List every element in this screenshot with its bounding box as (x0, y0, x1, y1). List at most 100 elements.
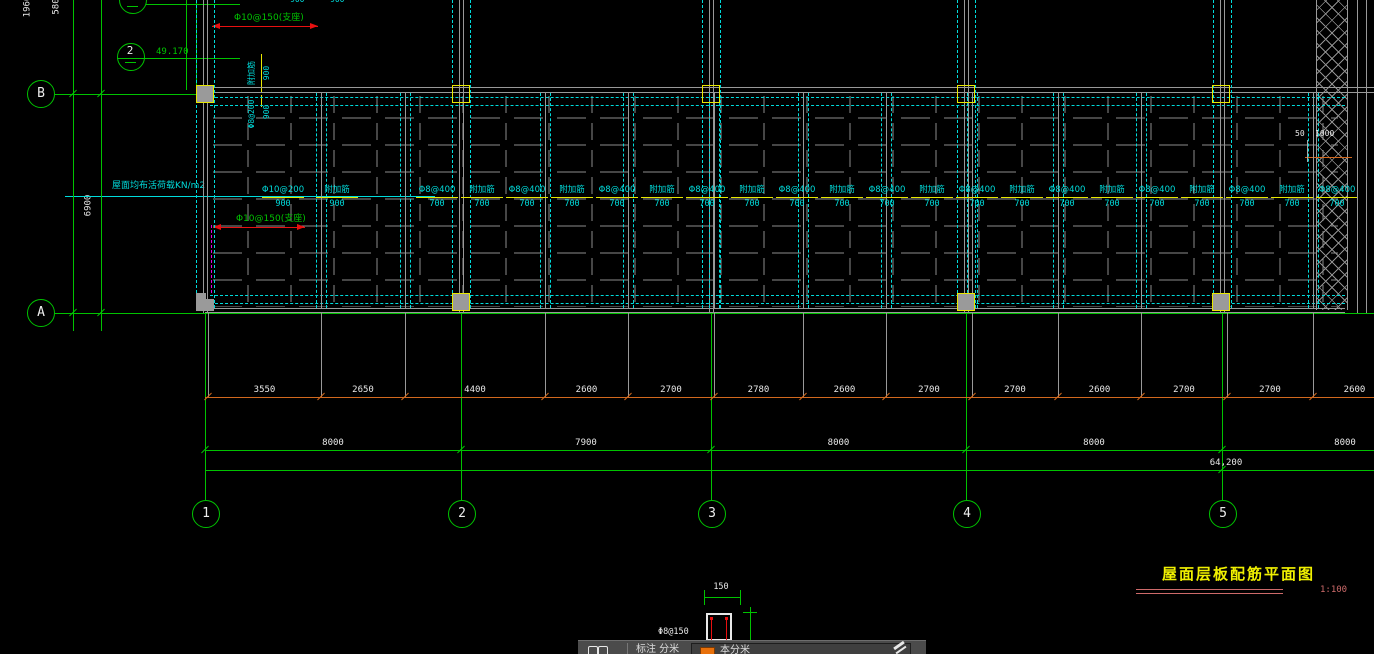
app-icon-2[interactable] (598, 646, 608, 654)
grid-col-1-a (459, 0, 460, 313)
detail-stirrup-right (726, 618, 727, 640)
ext1-12 (1313, 312, 1314, 398)
band-underline-16 (1046, 197, 1088, 198)
sub-10-d1 (1308, 93, 1309, 308)
band-num-22: 700 (1329, 199, 1345, 209)
grid-col-0-d1 (196, 0, 197, 308)
grid-col-2-d2 (720, 0, 721, 308)
sub-3-d2 (633, 93, 634, 308)
detail-dim-line (704, 597, 740, 598)
grid-col-0-stem (205, 313, 206, 500)
dim1-label-3: 2600 (575, 385, 598, 395)
band-num-17: 700 (1104, 199, 1120, 209)
level-bubble-2-dash (125, 62, 136, 63)
bottom-toolbar[interactable]: 标注 分米 本分米 (578, 640, 926, 654)
band-underline-10 (776, 197, 818, 198)
ext1-2 (405, 312, 406, 398)
dim1-label-6: 2600 (833, 385, 856, 395)
detail-bar-label: Φ8@150 (658, 627, 689, 637)
band-num-3: 700 (474, 199, 490, 209)
col-sq-bot-2 (452, 293, 470, 311)
band-num-12: 700 (879, 199, 895, 209)
vertical-group-2-num: 900 (262, 104, 271, 120)
grid-bubble-3: 3 (698, 500, 726, 528)
band-underline-2 (416, 197, 458, 198)
band-underline-13 (911, 197, 953, 198)
col-sq-top-3 (702, 85, 720, 103)
beam-top-2 (205, 92, 1374, 93)
grid-bubble-4: 4 (953, 500, 981, 528)
top-900-b: 900 (330, 0, 344, 4)
support-bar-note-mid: Φ10@150(支座) (236, 214, 306, 224)
sub-1-d2 (410, 93, 411, 308)
band-label-3: 附加筋 (469, 185, 495, 195)
band-label-18: Φ8@400 (1138, 185, 1176, 195)
sub-1-d1 (400, 93, 401, 308)
band-underline-20 (1226, 197, 1268, 198)
toolbar-panel[interactable]: 本分米 (691, 643, 911, 654)
edge-dim-1960: 1960 (22, 0, 33, 18)
band-label-4: Φ8@400 (508, 185, 546, 195)
band-num-14: 700 (969, 199, 985, 209)
detail-stirrup-dot-r (725, 617, 728, 620)
dim1-line (205, 397, 1374, 398)
hatched-wall (1316, 0, 1348, 310)
layer-swatch (700, 647, 715, 654)
band-label-21: 附加筋 (1279, 185, 1305, 195)
ext1-4 (628, 312, 629, 398)
support-dim-top (212, 26, 318, 27)
band-underline-3 (461, 197, 503, 198)
beam-top-dash-1 (210, 97, 1345, 98)
band-num-4: 700 (519, 199, 535, 209)
left-ext-2 (101, 0, 102, 331)
dim2-line (205, 450, 1374, 451)
sub-4-d2 (719, 93, 720, 308)
dim1-label-0: 3550 (253, 385, 276, 395)
level-upper-leader (146, 4, 240, 5)
band-underline-9 (731, 197, 773, 198)
support-dim-mid-arrow-r (297, 224, 305, 230)
band-label-9: 附加筋 (739, 185, 765, 195)
col-sq-bot-5 (1212, 293, 1230, 311)
band-label-15: 附加筋 (1009, 185, 1035, 195)
band-label-1: 附加筋 (324, 185, 350, 195)
band-num-6: 700 (609, 199, 625, 209)
grid-bubble-5: 5 (1209, 500, 1237, 528)
band-underline-6 (596, 197, 638, 198)
app-icon[interactable] (588, 646, 598, 654)
ext1-3 (545, 312, 546, 398)
level-value-upper: 49.070 (157, 0, 190, 3)
level-2-leader (117, 58, 240, 59)
row-line-B (55, 94, 206, 95)
beam-top-dash-2 (210, 105, 1345, 106)
band-num-2: 700 (429, 199, 445, 209)
tl-ext-1 (186, 0, 187, 90)
band-num-1: 900 (329, 199, 345, 209)
band-num-16: 700 (1059, 199, 1075, 209)
left-ext-1 (73, 0, 74, 331)
grid-col-1-stem (461, 313, 462, 500)
sub-0-d2 (326, 93, 327, 308)
detail-dim-ext-r (740, 590, 741, 605)
band-num-8: 700 (699, 199, 715, 209)
dim1-label-12: 2600 (1343, 385, 1366, 395)
col-sq-top-5 (1212, 85, 1230, 103)
detail-stirrup-left (711, 618, 712, 640)
beam-bot-dash-1 (210, 295, 1345, 296)
band-label-8: Φ8@400 (688, 185, 726, 195)
toolbar-left-label[interactable]: 标注 分米 (636, 645, 679, 654)
sub-7-d1 (967, 93, 968, 308)
ext1-5 (714, 312, 715, 398)
band-underline-22 (1316, 197, 1358, 198)
sub-9 (1141, 93, 1142, 308)
detail-dim-ext-l (704, 590, 705, 605)
grid-col-4-d1 (1213, 0, 1214, 308)
cad-canvas: B A 1960 580 6900 49.070 2 49.170 Φ10@15… (0, 0, 1374, 654)
col-corner-A1-b (196, 293, 206, 311)
grid-col-1-d2 (470, 0, 471, 308)
dim2-label-2: 8000 (827, 438, 850, 448)
dim1-label-10: 2700 (1173, 385, 1195, 395)
magenta-bar (211, 225, 212, 293)
sub-2-d2 (550, 93, 551, 308)
band-label-19: 附加筋 (1189, 185, 1215, 195)
